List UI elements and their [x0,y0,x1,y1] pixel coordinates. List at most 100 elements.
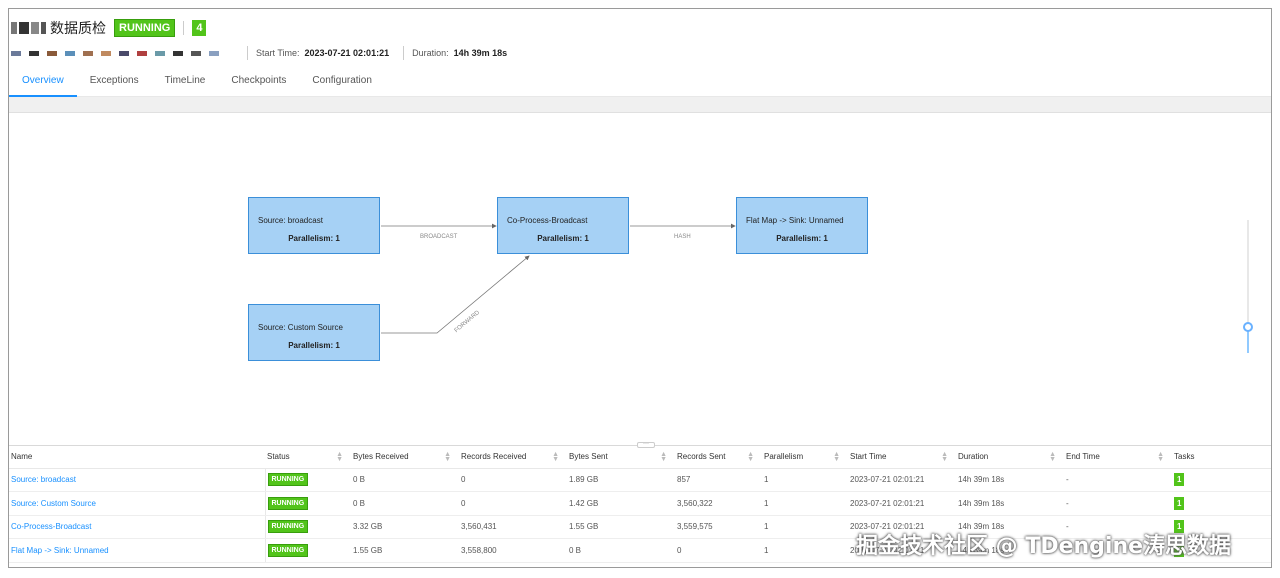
divider [403,46,405,60]
duration: 14h 39m 18s [956,468,1064,492]
col-status[interactable]: Status ▲ ▼ [265,446,351,469]
sort-icon[interactable]: ▲ ▼ [1049,451,1056,463]
status-badge: RUNNING [267,473,309,487]
table-header-row: Name Status ▲ ▼ Bytes Received ▲ ▼ Records R… [9,446,1271,469]
records-sent: 857 [675,468,762,492]
divider [247,46,248,60]
job-detail-page: 数据质检 RUNNING 4 Start Time: 2023-07-21 02… [8,8,1272,568]
node-parallelism: Parallelism: 1 [288,341,340,350]
col-parallelism[interactable]: Parallelism ▲ ▼ [762,446,848,469]
col-tasks[interactable]: Tasks [1172,446,1271,469]
job-status-badge: RUNNING [114,19,176,37]
status-badge: RUNNING [267,496,309,510]
end-time: - [1064,468,1172,492]
bytes-sent: 1.55 GB [567,515,675,539]
node-parallelism: Parallelism: 1 [288,234,340,243]
parallelism: 1 [762,491,848,516]
tasks-badge: 1 [1174,496,1185,510]
start-time: 2023-07-21 02:01:21 [848,468,956,492]
records-sent: 3,559,575 [675,515,762,539]
records-sent: 0 [675,538,762,563]
node-name: Flat Map -> Sink: Unnamed [746,216,844,225]
col-records-received[interactable]: Records Received ▲ ▼ [459,446,567,469]
graph-edges [381,223,736,334]
status-badge: RUNNING [267,543,309,557]
table-row[interactable]: Source: Custom Source RUNNING 0 B 0 1.42… [9,491,1271,516]
bytes-sent: 1.89 GB [567,468,675,492]
records-sent: 3,560,322 [675,491,762,516]
status-badge: RUNNING [267,520,309,534]
node-name: Source: Custom Source [258,323,343,332]
end-time: - [1064,491,1172,516]
job-tabs: Overview Exceptions TimeLine Checkpoints… [9,71,1271,97]
edge-label-hash: HASH [674,234,691,240]
node-parallelism: Parallelism: 1 [776,234,828,243]
records-received: 3,558,800 [459,538,567,563]
watermark-text: 掘金技术社区 @ TDengine涛思数据 [856,534,1232,559]
tab-configuration[interactable]: Configuration [299,71,384,97]
tab-checkpoints[interactable]: Checkpoints [218,71,299,97]
parallelism: 1 [762,538,848,563]
title-row: 数据质检 RUNNING 4 [11,17,207,39]
bytes-received: 0 B [351,491,459,516]
node-source-broadcast[interactable]: Source: broadcast Parallelism: 1 [248,197,380,254]
parallelism: 1 [762,468,848,492]
records-received: 3,560,431 [459,515,567,539]
start-time: 2023-07-21 02:01:21 [848,491,956,516]
col-bytes-sent[interactable]: Bytes Sent ▲ ▼ [567,446,675,469]
sort-icon[interactable]: ▲ ▼ [336,451,343,463]
job-name: 数据质检 [50,20,106,36]
col-duration[interactable]: Duration ▲ ▼ [956,446,1064,469]
redacted-job-id [11,50,219,56]
job-meta-row: Start Time: 2023-07-21 02:01:21 Duration… [11,45,513,61]
node-co-process-broadcast[interactable]: Co-Process-Broadcast Parallelism: 1 [497,197,629,254]
bytes-received: 3.32 GB [351,515,459,539]
task-count-badge: 4 [192,20,207,36]
table-row[interactable]: Source: broadcast RUNNING 0 B 0 1.89 GB … [9,468,1271,492]
node-name: Co-Process-Broadcast [507,216,588,225]
vertex-name-link[interactable]: Source: Custom Source [9,491,266,516]
records-received: 0 [459,468,567,492]
col-name[interactable]: Name [9,446,265,469]
parallelism: 1 [762,515,848,539]
tasks-badge: 1 [1174,473,1185,487]
vertex-name-link[interactable]: Co-Process-Broadcast [9,515,266,539]
records-received: 0 [459,491,567,516]
col-end-time[interactable]: End Time ▲ ▼ [1064,446,1172,469]
divider [183,21,185,35]
sort-icon[interactable]: ▲ ▼ [833,451,840,463]
tab-timeline[interactable]: TimeLine [152,71,219,97]
node-name: Source: broadcast [258,216,323,225]
sort-icon[interactable]: ▲ ▼ [660,451,667,463]
vertex-name-link[interactable]: Flat Map -> Sink: Unnamed [9,538,266,563]
duration-value: 14h 39m 18s [453,48,508,58]
zoom-slider-handle[interactable] [1243,322,1253,332]
redacted-job-prefix [11,22,46,34]
bytes-received: 1.55 GB [351,538,459,563]
start-time-label: Start Time: [256,48,300,58]
bytes-sent: 0 B [567,538,675,563]
col-records-sent[interactable]: Records Sent ▲ ▼ [675,446,762,469]
bytes-received: 0 B [351,468,459,492]
bytes-sent: 1.42 GB [567,491,675,516]
node-source-custom[interactable]: Source: Custom Source Parallelism: 1 [248,304,380,361]
sort-icon[interactable]: ▲ ▼ [1157,451,1164,463]
node-flat-map-sink[interactable]: Flat Map -> Sink: Unnamed Parallelism: 1 [736,197,868,254]
col-start-time[interactable]: Start Time ▲ ▼ [848,446,956,469]
col-bytes-received[interactable]: Bytes Received ▲ ▼ [351,446,459,469]
job-graph[interactable]: Source: broadcast Parallelism: 1 Co-Proc… [9,113,1271,443]
sort-icon[interactable]: ▲ ▼ [747,451,754,463]
vertex-name-link[interactable]: Source: broadcast [9,468,266,492]
sort-icon[interactable]: ▲ ▼ [941,451,948,463]
sort-icon[interactable]: ▲ ▼ [444,451,451,463]
start-time-value: 2023-07-21 02:01:21 [304,48,390,58]
sort-icon[interactable]: ▲ ▼ [552,451,559,463]
graph-toolbar [9,97,1271,113]
node-parallelism: Parallelism: 1 [537,234,589,243]
edge-label-broadcast: BROADCAST [420,234,458,240]
tab-exceptions[interactable]: Exceptions [77,71,152,97]
duration-label: Duration: [412,48,449,58]
tab-overview[interactable]: Overview [9,71,77,97]
job-header: 数据质检 RUNNING 4 Start Time: 2023-07-21 02… [9,9,1271,101]
edge-forward [381,255,530,334]
